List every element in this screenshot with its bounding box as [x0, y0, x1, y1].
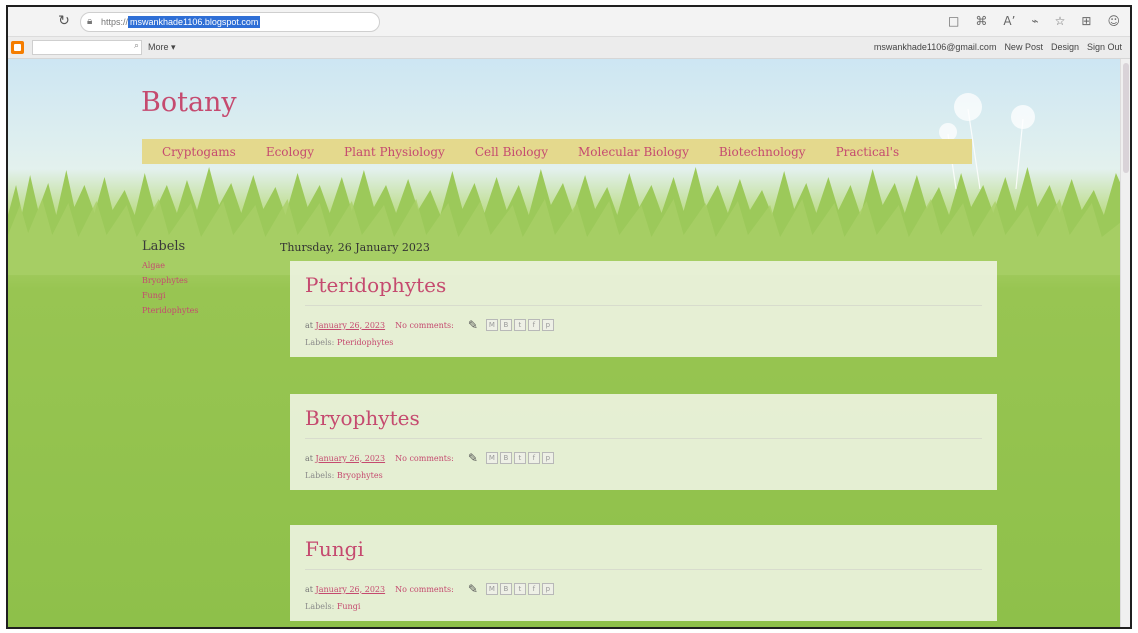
- post-timestamp-link[interactable]: January 26, 2023: [316, 321, 386, 330]
- page-scrollbar[interactable]: [1120, 59, 1130, 627]
- design-link[interactable]: Design: [1051, 42, 1079, 52]
- pinterest-share-icon[interactable]: p: [541, 319, 554, 331]
- profile-icon[interactable]: ☺: [1107, 13, 1120, 29]
- sign-out-link[interactable]: Sign Out: [1087, 42, 1122, 52]
- post-card: Fungi at January 26, 2023 No comments: ✎…: [290, 525, 997, 621]
- twitter-share-icon[interactable]: t: [513, 319, 526, 331]
- edit-post-icon[interactable]: ✎: [468, 451, 478, 465]
- blog-page: Botany Cryptogams Ecology Plant Physiolo…: [8, 59, 1130, 627]
- edit-post-icon[interactable]: ✎: [468, 318, 478, 332]
- post-title[interactable]: Bryophytes: [305, 406, 982, 439]
- email-share-icon[interactable]: M: [485, 452, 498, 464]
- edit-post-icon[interactable]: ✎: [468, 582, 478, 596]
- facebook-share-icon[interactable]: f: [527, 583, 540, 595]
- label-link-pteridophytes[interactable]: Pteridophytes: [142, 306, 262, 315]
- post-at-text: at: [305, 584, 313, 594]
- tab-molecular-biology[interactable]: Molecular Biology: [578, 145, 689, 159]
- post-comments-link[interactable]: No comments:: [395, 454, 454, 463]
- tab-practicals[interactable]: Practical's: [836, 145, 900, 159]
- refresh-icon[interactable]: ↻: [56, 13, 72, 29]
- post-labels-prefix: Labels:: [305, 338, 335, 347]
- share-buttons: M B t f p: [485, 452, 554, 464]
- url-prefix: https://: [101, 17, 129, 27]
- extension-icon[interactable]: ⌁: [1031, 13, 1038, 29]
- label-link-bryophytes[interactable]: Bryophytes: [142, 276, 262, 285]
- post-timestamp-link[interactable]: January 26, 2023: [316, 454, 386, 463]
- share-buttons: M B t f p: [485, 319, 554, 331]
- email-share-icon[interactable]: M: [485, 583, 498, 595]
- favorite-icon[interactable]: ☆: [1055, 13, 1066, 29]
- post-timestamp-link[interactable]: January 26, 2023: [316, 585, 386, 594]
- tab-cryptogams[interactable]: Cryptogams: [162, 145, 236, 159]
- reader-icon[interactable]: □: [948, 13, 959, 29]
- tab-plant-physiology[interactable]: Plant Physiology: [344, 145, 445, 159]
- post-card: Pteridophytes at January 26, 2023 No com…: [290, 261, 997, 357]
- label-link-fungi[interactable]: Fungi: [142, 291, 262, 300]
- browser-action-icons: □ ⌘ A’ ⌁ ☆ ⊞ ☺: [948, 13, 1120, 29]
- url-selected-text[interactable]: mswankhade1106.blogspot.com: [128, 16, 261, 28]
- post-labels: Labels: Fungi: [305, 602, 982, 611]
- post-at-text: at: [305, 453, 313, 463]
- translate-icon[interactable]: ⌘: [975, 13, 987, 29]
- labels-widget: Labels Algae Bryophytes Fungi Pteridophy…: [142, 239, 262, 321]
- pinterest-share-icon[interactable]: p: [541, 452, 554, 464]
- post-footer: at January 26, 2023 No comments: ✎ M B t…: [305, 318, 982, 332]
- post-comments-link[interactable]: No comments:: [395, 321, 454, 330]
- post-card: Bryophytes at January 26, 2023 No commen…: [290, 394, 997, 490]
- blog-this-icon[interactable]: B: [499, 452, 512, 464]
- address-bar[interactable]: 🔒︎ https://mswankhade1106.blogspot.com: [80, 12, 380, 32]
- navbar-account-links: mswankhade1106@gmail.com New Post Design…: [874, 42, 1122, 52]
- browser-toolbar: ↻ 🔒︎ https://mswankhade1106.blogspot.com…: [8, 7, 1130, 37]
- lock-icon: 🔒︎: [87, 16, 93, 27]
- share-buttons: M B t f p: [485, 583, 554, 595]
- page-tabs: Cryptogams Ecology Plant Physiology Cell…: [142, 139, 972, 164]
- collections-icon[interactable]: ⊞: [1081, 13, 1091, 29]
- label-link-algae[interactable]: Algae: [142, 261, 262, 270]
- post-label-link[interactable]: Fungi: [337, 602, 361, 611]
- post-labels-prefix: Labels:: [305, 471, 335, 480]
- more-menu[interactable]: More ▾: [148, 42, 176, 53]
- blogger-logo-icon[interactable]: [11, 41, 24, 54]
- email-share-icon[interactable]: M: [485, 319, 498, 331]
- labels-heading: Labels: [142, 239, 186, 254]
- twitter-share-icon[interactable]: t: [513, 583, 526, 595]
- post-comments-link[interactable]: No comments:: [395, 585, 454, 594]
- dandelion-illustration: [939, 93, 1035, 189]
- post-labels: Labels: Pteridophytes: [305, 338, 982, 347]
- tab-cell-biology[interactable]: Cell Biology: [475, 145, 548, 159]
- read-aloud-icon[interactable]: A’: [1003, 13, 1015, 29]
- post-at-text: at: [305, 320, 313, 330]
- tab-biotechnology[interactable]: Biotechnology: [719, 145, 806, 159]
- date-header: Thursday, 26 January 2023: [280, 241, 430, 254]
- new-post-link[interactable]: New Post: [1004, 42, 1043, 52]
- scrollbar-thumb[interactable]: [1123, 63, 1129, 173]
- post-labels: Labels: Bryophytes: [305, 471, 982, 480]
- search-icon[interactable]: ⌕: [134, 41, 139, 51]
- post-title[interactable]: Pteridophytes: [305, 273, 982, 306]
- pinterest-share-icon[interactable]: p: [541, 583, 554, 595]
- facebook-share-icon[interactable]: f: [527, 452, 540, 464]
- account-email: mswankhade1106@gmail.com: [873, 42, 997, 52]
- blog-this-icon[interactable]: B: [499, 583, 512, 595]
- post-footer: at January 26, 2023 No comments: ✎ M B t…: [305, 582, 982, 596]
- tab-ecology[interactable]: Ecology: [266, 145, 314, 159]
- blog-title[interactable]: Botany: [141, 87, 237, 118]
- blog-search-input[interactable]: ⌕: [32, 40, 142, 55]
- post-label-link[interactable]: Bryophytes: [337, 471, 383, 480]
- twitter-share-icon[interactable]: t: [513, 452, 526, 464]
- post-title[interactable]: Fungi: [305, 537, 982, 570]
- blogger-navbar: ⌕ More ▾ mswankhade1106@gmail.com New Po…: [8, 37, 1130, 59]
- facebook-share-icon[interactable]: f: [527, 319, 540, 331]
- post-footer: at January 26, 2023 No comments: ✎ M B t…: [305, 451, 982, 465]
- post-label-link[interactable]: Pteridophytes: [337, 338, 394, 347]
- blog-this-icon[interactable]: B: [499, 319, 512, 331]
- post-labels-prefix: Labels:: [305, 602, 335, 611]
- screenshot-frame: ↻ 🔒︎ https://mswankhade1106.blogspot.com…: [6, 5, 1132, 629]
